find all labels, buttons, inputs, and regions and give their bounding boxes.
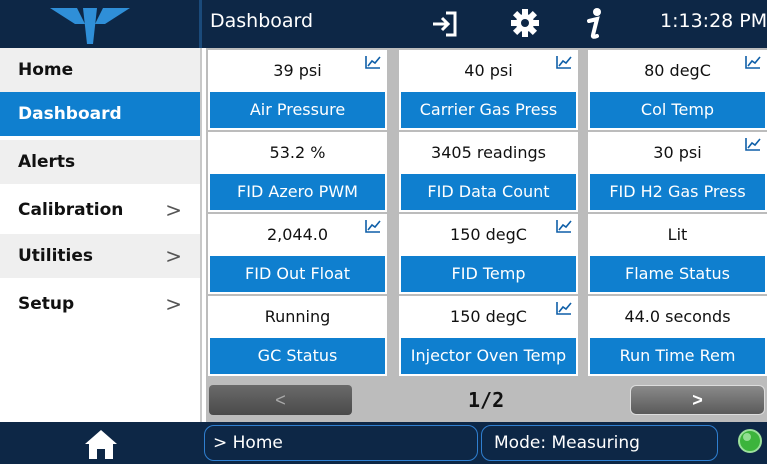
tile-flame-status[interactable]: Lit Flame Status — [588, 214, 767, 294]
trend-chart-icon[interactable] — [556, 55, 572, 69]
tile-label: Carrier Gas Press — [401, 92, 576, 128]
tile-col-temp[interactable]: 80 degC Col Temp — [588, 50, 767, 130]
tile-label: Air Pressure — [210, 92, 385, 128]
tile-fid-h2-gas-press[interactable]: 30 psi FID H2 Gas Press — [588, 132, 767, 212]
tile-gc-status[interactable]: Running GC Status — [208, 296, 387, 376]
trend-chart-icon[interactable] — [556, 219, 572, 233]
trend-chart-icon[interactable] — [556, 301, 572, 315]
tile-label: FID Temp — [401, 256, 576, 292]
tile-value: 150 degC — [450, 225, 527, 244]
status-led-icon — [738, 429, 762, 453]
mode-indicator[interactable]: Mode: Measuring — [481, 425, 718, 461]
tile-value: 150 degC — [450, 307, 527, 326]
tile-label: GC Status — [210, 338, 385, 374]
chevron-right-icon: > — [165, 244, 182, 268]
sidebar-item-home[interactable]: Home — [0, 48, 200, 92]
trend-chart-icon[interactable] — [745, 55, 761, 69]
tile-value: 53.2 % — [269, 143, 326, 162]
top-bar: Dashboard 1:13:28 PM — [0, 0, 767, 48]
sidebar: Home Dashboard Alerts Calibration > Util… — [0, 48, 202, 422]
tile-value: 39 psi — [273, 61, 322, 80]
page-title: Dashboard — [210, 10, 314, 32]
tile-fid-out-float[interactable]: 2,044.0 FID Out Float — [208, 214, 387, 294]
tile-value: 3405 readings — [431, 143, 546, 162]
trend-chart-icon[interactable] — [365, 219, 381, 233]
previous-page-button[interactable]: < — [209, 385, 352, 415]
tile-carrier-gas-press[interactable]: 40 psi Carrier Gas Press — [399, 50, 578, 130]
tile-run-time-rem[interactable]: 44.0 seconds Run Time Rem — [588, 296, 767, 376]
tile-fid-data-count[interactable]: 3405 readings FID Data Count — [399, 132, 578, 212]
dashboard-grid: 39 psi Air Pressure 40 psi Carrier Gas P… — [206, 48, 767, 378]
home-button[interactable] — [0, 422, 202, 464]
next-page-button[interactable]: > — [630, 385, 765, 415]
tile-label: Run Time Rem — [590, 338, 765, 374]
tile-value: 2,044.0 — [266, 225, 329, 244]
clock: 1:13:28 PM — [660, 10, 767, 32]
sidebar-item-label: Calibration — [18, 200, 124, 220]
bottom-bar: > Home Mode: Measuring — [0, 422, 767, 464]
tile-injector-oven-temp[interactable]: 150 degC Injector Oven Temp — [399, 296, 578, 376]
chevron-right-icon: > — [165, 292, 182, 316]
sidebar-item-label: Setup — [18, 294, 75, 314]
info-icon[interactable] — [583, 7, 605, 41]
sidebar-item-calibration[interactable]: Calibration > — [0, 188, 200, 232]
tile-label: FID Data Count — [401, 174, 576, 210]
trend-chart-icon[interactable] — [365, 55, 381, 69]
tile-fid-azero-pwm[interactable]: 53.2 % FID Azero PWM — [208, 132, 387, 212]
company-logo-icon — [50, 8, 130, 44]
tile-value: 80 degC — [644, 61, 711, 80]
sidebar-item-alerts[interactable]: Alerts — [0, 140, 200, 184]
tile-value: 30 psi — [653, 143, 702, 162]
pager: < 1/2 > — [206, 378, 767, 422]
tile-value: Running — [264, 307, 331, 326]
tile-label: Injector Oven Temp — [401, 338, 576, 374]
tile-value: 44.0 seconds — [624, 307, 731, 326]
sidebar-item-utilities[interactable]: Utilities > — [0, 234, 200, 278]
tile-fid-temp[interactable]: 150 degC FID Temp — [399, 214, 578, 294]
tile-label: FID H2 Gas Press — [590, 174, 765, 210]
gear-icon[interactable] — [510, 8, 540, 38]
tile-value: 40 psi — [464, 61, 513, 80]
home-icon — [85, 430, 117, 459]
sidebar-item-label: Utilities — [18, 246, 94, 266]
sidebar-item-label: Home — [18, 60, 74, 80]
page-indicator: 1/2 — [468, 388, 505, 412]
logo-area — [0, 0, 202, 48]
chevron-right-icon: > — [165, 198, 182, 222]
tile-label: FID Out Float — [210, 256, 385, 292]
tile-label: Col Temp — [590, 92, 765, 128]
tile-value: Lit — [667, 225, 688, 244]
trend-chart-icon[interactable] — [745, 137, 761, 151]
sidebar-item-dashboard[interactable]: Dashboard — [0, 92, 200, 136]
tile-air-pressure[interactable]: 39 psi Air Pressure — [208, 50, 387, 130]
sidebar-item-setup[interactable]: Setup > — [0, 282, 200, 326]
breadcrumb[interactable]: > Home — [204, 425, 478, 461]
sidebar-item-label: Dashboard — [18, 104, 122, 124]
tile-label: FID Azero PWM — [210, 174, 385, 210]
tile-label: Flame Status — [590, 256, 765, 292]
logout-icon[interactable] — [431, 10, 459, 38]
sidebar-item-label: Alerts — [18, 152, 76, 172]
